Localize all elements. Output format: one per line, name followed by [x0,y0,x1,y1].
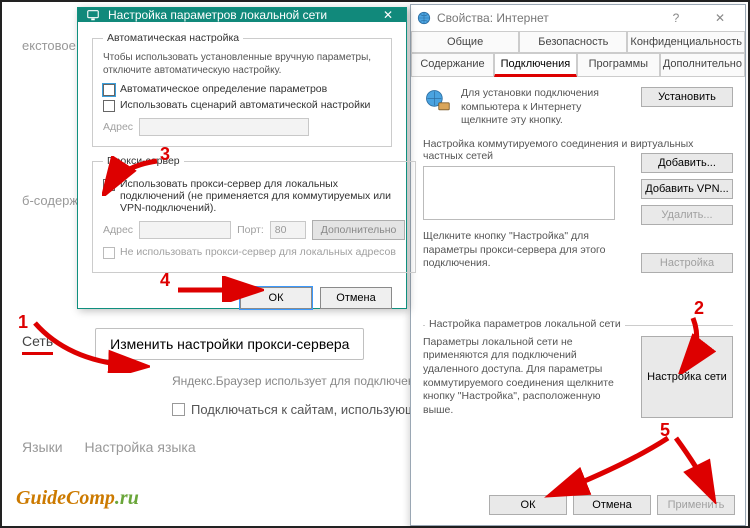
internet-properties-dialog: Свойства: Интернет ? ✕ Общие Безопасност… [410,4,746,526]
tab-general[interactable]: Общие [411,31,519,53]
ip-titlebar: Свойства: Интернет ? ✕ [411,5,745,31]
auto-detect-label: Автоматическое определение параметров [120,83,327,95]
globe-connection-icon [423,87,451,115]
proxy-port-label: Порт: [237,224,264,236]
auto-script-address-input [139,118,309,136]
auto-detect-checkbox[interactable]: Автоматическое определение параметров [103,83,381,96]
bg-checkbox-label: Подключаться к сайтам, использующи [191,402,423,417]
checkbox-icon[interactable] [103,100,115,112]
proxy-legend: Прокси-сервер [103,155,184,167]
auto-config-note: Чтобы использовать установленные вручную… [103,52,381,77]
setup-button[interactable]: Установить [641,87,733,107]
lan-fieldset: Настройка параметров локальной сети [423,325,733,326]
tab-content[interactable]: Содержание [411,53,494,77]
lan-settings-dialog: Настройка параметров локальной сети ✕ Ав… [77,7,407,309]
proxy-advanced-button: Дополнительно [312,220,406,240]
help-button[interactable]: ? [657,6,695,30]
tab-privacy[interactable]: Конфиденциальность [627,31,745,53]
connections-listbox[interactable] [423,166,615,220]
add-button[interactable]: Добавить... [641,153,733,173]
auto-config-fieldset: Автоматическая настройка Чтобы использов… [92,32,392,147]
lan-text: Параметры локальной сети не применяются … [423,336,633,418]
connection-settings-button: Настройка [641,253,733,273]
proxy-address-label: Адрес [103,224,133,236]
auto-script-checkbox[interactable]: Использовать сценарий автоматической нас… [103,99,381,112]
tab-programs[interactable]: Программы [577,53,660,77]
lan-cancel-button[interactable]: Отмена [320,287,392,309]
close-button[interactable]: ✕ [701,6,739,30]
dialup-note: Щелкните кнопку "Настройка" для параметр… [423,230,619,271]
proxy-address-input [139,221,231,239]
bypass-local-label: Не использовать прокси-сервер для локаль… [120,246,396,258]
lan-icon [86,8,100,22]
use-proxy-label: Использовать прокси-сервер для локальных… [120,178,405,214]
lan-title-text: Настройка параметров локальной сети [108,8,327,22]
ip-footer: ОК Отмена Применить [411,487,745,525]
lan-titlebar: Настройка параметров локальной сети ✕ [78,8,406,22]
lan-settings-button[interactable]: Настройка сети [641,336,733,418]
ip-setup-text: Для установки подключения компьютера к И… [461,87,631,128]
ip-title-text: Свойства: Интернет [437,11,549,25]
ip-cancel-button[interactable]: Отмена [573,495,651,515]
connections-button-stack: Добавить... Добавить VPN... Удалить... Н… [641,153,733,273]
lan-footer: ОК Отмена [92,281,392,309]
ip-tabs-row2: Содержание Подключения Программы Дополни… [411,53,745,77]
checkbox-icon [103,247,115,259]
add-vpn-button[interactable]: Добавить VPN... [641,179,733,199]
network-section-label: Сеть [22,333,53,355]
tab-security[interactable]: Безопасность [519,31,627,53]
ip-tabs-row1: Общие Безопасность Конфиденциальность [411,31,745,53]
lan-legend: Настройка параметров локальной сети [425,318,625,330]
proxy-fieldset: Прокси-сервер Использовать прокси-сервер… [92,155,416,273]
ip-ok-button[interactable]: ОК [489,495,567,515]
ip-body: Для установки подключения компьютера к И… [411,77,745,487]
remove-button: Удалить... [641,205,733,225]
auto-script-label: Использовать сценарий автоматической нас… [120,99,370,111]
checkbox-icon[interactable] [103,179,115,191]
auto-config-legend: Автоматическая настройка [103,32,243,44]
internet-icon [417,11,431,25]
tab-connections[interactable]: Подключения [494,53,577,77]
watermark: GuideComp.ru [16,487,139,510]
ip-apply-button[interactable]: Применить [657,495,735,515]
change-proxy-settings-button[interactable]: Изменить настройки прокси-сервера [95,328,364,360]
address-label: Адрес [103,121,133,133]
checkbox-icon[interactable] [172,403,185,416]
tab-advanced[interactable]: Дополнительно [660,53,745,77]
lan-ok-button[interactable]: ОК [240,287,312,309]
lan-close-button[interactable]: ✕ [378,8,398,22]
bypass-local-checkbox: Не использовать прокси-сервер для локаль… [103,246,405,259]
lan-body: Автоматическая настройка Чтобы использов… [78,22,406,317]
use-proxy-checkbox[interactable]: Использовать прокси-сервер для локальных… [103,178,405,214]
checkbox-icon[interactable] [103,84,115,96]
proxy-port-input[interactable] [270,221,306,239]
lang-section-label: Языки [22,439,63,455]
lang-settings-button[interactable]: Настройка языка [85,439,196,455]
